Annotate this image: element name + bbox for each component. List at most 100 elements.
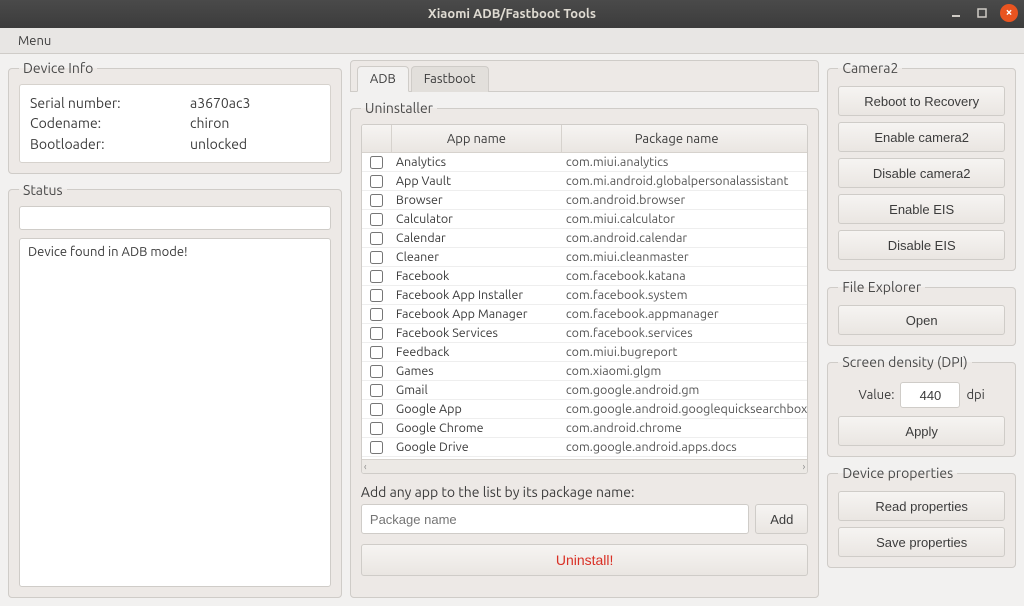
table-row[interactable]: Calendarcom.android.calendar <box>362 229 807 248</box>
dpi-box: Screen density (DPI) Value: dpi Apply <box>827 354 1016 457</box>
table-body[interactable]: Analyticscom.miui.analyticsApp Vaultcom.… <box>362 153 807 459</box>
row-checkbox[interactable] <box>370 365 383 378</box>
bootloader-label: Bootloader: <box>30 134 190 154</box>
dpi-value-label: Value: <box>859 388 895 402</box>
table-row[interactable]: Analyticscom.miui.analytics <box>362 153 807 172</box>
add-app-label: Add any app to the list by its package n… <box>361 484 808 500</box>
device-properties-box: Device properties Read properties Save p… <box>827 465 1016 568</box>
table-row[interactable]: Facebookcom.facebook.katana <box>362 267 807 286</box>
row-package: com.google.android.googlequicksearchbox <box>562 402 807 416</box>
table-row[interactable]: App Vaultcom.mi.android.globalpersonalas… <box>362 172 807 191</box>
close-icon[interactable]: × <box>1000 4 1018 22</box>
row-app-name: Games <box>392 364 562 378</box>
row-checkbox[interactable] <box>370 384 383 397</box>
row-checkbox[interactable] <box>370 422 383 435</box>
table-row[interactable]: Gmailcom.google.android.gm <box>362 381 807 400</box>
uninstall-button[interactable]: Uninstall! <box>361 544 808 576</box>
row-package: com.facebook.appmanager <box>562 307 807 321</box>
save-properties-button[interactable]: Save properties <box>838 527 1005 557</box>
row-package: com.xiaomi.glgm <box>562 364 807 378</box>
row-checkbox[interactable] <box>370 156 383 169</box>
row-checkbox[interactable] <box>370 346 383 359</box>
row-package: com.miui.analytics <box>562 155 807 169</box>
file-explorer-box: File Explorer Open <box>827 279 1016 346</box>
scroll-right-icon[interactable]: › <box>803 461 806 472</box>
row-app-name: Calendar <box>392 231 562 245</box>
serial-value: a3670ac3 <box>190 93 250 113</box>
row-package: com.miui.cleanmaster <box>562 250 807 264</box>
enable-camera2-button[interactable]: Enable camera2 <box>838 122 1005 152</box>
row-app-name: Google App <box>392 402 562 416</box>
uninstaller-title: Uninstaller <box>361 100 437 116</box>
add-button[interactable]: Add <box>755 504 808 534</box>
table-row[interactable]: Gamescom.xiaomi.glgm <box>362 362 807 381</box>
row-app-name: Facebook App Manager <box>392 307 562 321</box>
disable-eis-button[interactable]: Disable EIS <box>838 230 1005 260</box>
table-row[interactable]: Cleanercom.miui.cleanmaster <box>362 248 807 267</box>
window-title: Xiaomi ADB/Fastboot Tools <box>428 7 596 21</box>
row-checkbox[interactable] <box>370 308 383 321</box>
enable-eis-button[interactable]: Enable EIS <box>838 194 1005 224</box>
maximize-icon[interactable] <box>974 5 990 21</box>
horizontal-scrollbar[interactable]: ‹ › <box>362 459 807 473</box>
col-app-name[interactable]: App name <box>392 125 562 153</box>
menu-item-menu[interactable]: Menu <box>12 31 57 51</box>
apply-dpi-button[interactable]: Apply <box>838 416 1005 446</box>
table-row[interactable]: Facebook App Installercom.facebook.syste… <box>362 286 807 305</box>
row-checkbox[interactable] <box>370 251 383 264</box>
serial-label: Serial number: <box>30 93 190 113</box>
row-package: com.android.calendar <box>562 231 807 245</box>
row-checkbox[interactable] <box>370 403 383 416</box>
tab-adb[interactable]: ADB <box>357 66 409 92</box>
row-checkbox[interactable] <box>370 213 383 226</box>
table-row[interactable]: Browsercom.android.browser <box>362 191 807 210</box>
row-package: com.android.chrome <box>562 421 807 435</box>
row-checkbox[interactable] <box>370 194 383 207</box>
open-file-explorer-button[interactable]: Open <box>838 305 1005 335</box>
reboot-recovery-button[interactable]: Reboot to Recovery <box>838 86 1005 116</box>
row-app-name: Feedback <box>392 345 562 359</box>
package-name-input[interactable] <box>361 504 749 534</box>
row-checkbox[interactable] <box>370 289 383 302</box>
camera2-box: Camera2 Reboot to Recovery Enable camera… <box>827 60 1016 271</box>
status-title: Status <box>19 182 67 198</box>
table-row[interactable]: Calculatorcom.miui.calculator <box>362 210 807 229</box>
row-checkbox[interactable] <box>370 441 383 454</box>
row-checkbox[interactable] <box>370 232 383 245</box>
row-package: com.facebook.services <box>562 326 807 340</box>
dpi-unit: dpi <box>966 388 984 402</box>
row-package: com.mi.android.globalpersonalassistant <box>562 174 807 188</box>
row-package: com.miui.calculator <box>562 212 807 226</box>
col-package[interactable]: Package name <box>562 125 791 153</box>
status-log: Device found in ADB mode! <box>19 238 331 587</box>
menubar: Menu <box>0 28 1024 54</box>
table-row[interactable]: Facebook Servicescom.facebook.services <box>362 324 807 343</box>
row-checkbox[interactable] <box>370 327 383 340</box>
row-checkbox[interactable] <box>370 270 383 283</box>
row-package: com.google.android.apps.docs <box>562 440 807 454</box>
minimize-icon[interactable] <box>948 5 964 21</box>
table-row[interactable]: Feedbackcom.miui.bugreport <box>362 343 807 362</box>
row-package: com.miui.bugreport <box>562 345 807 359</box>
dpi-value-input[interactable] <box>900 382 960 408</box>
bootloader-value: unlocked <box>190 134 247 154</box>
row-checkbox[interactable] <box>370 175 383 188</box>
row-app-name: Google Drive <box>392 440 562 454</box>
table-row[interactable]: Google Drivecom.google.android.apps.docs <box>362 438 807 457</box>
disable-camera2-button[interactable]: Disable camera2 <box>838 158 1005 188</box>
table-row[interactable]: Google Appcom.google.android.googlequick… <box>362 400 807 419</box>
row-app-name: Calculator <box>392 212 562 226</box>
titlebar: Xiaomi ADB/Fastboot Tools × <box>0 0 1024 28</box>
table-row[interactable]: Google Chromecom.android.chrome <box>362 419 807 438</box>
read-properties-button[interactable]: Read properties <box>838 491 1005 521</box>
device-info-readout: Serial number:a3670ac3 Codename:chiron B… <box>19 84 331 163</box>
codename-value: chiron <box>190 113 229 133</box>
row-package: com.facebook.system <box>562 288 807 302</box>
camera2-title: Camera2 <box>838 60 902 76</box>
status-input[interactable] <box>19 206 331 230</box>
table-row[interactable]: Facebook App Managercom.facebook.appmana… <box>362 305 807 324</box>
tab-strip: ADB Fastboot <box>350 60 819 92</box>
tab-fastboot[interactable]: Fastboot <box>411 66 489 92</box>
scroll-left-icon[interactable]: ‹ <box>364 461 367 472</box>
window-controls: × <box>948 4 1018 22</box>
